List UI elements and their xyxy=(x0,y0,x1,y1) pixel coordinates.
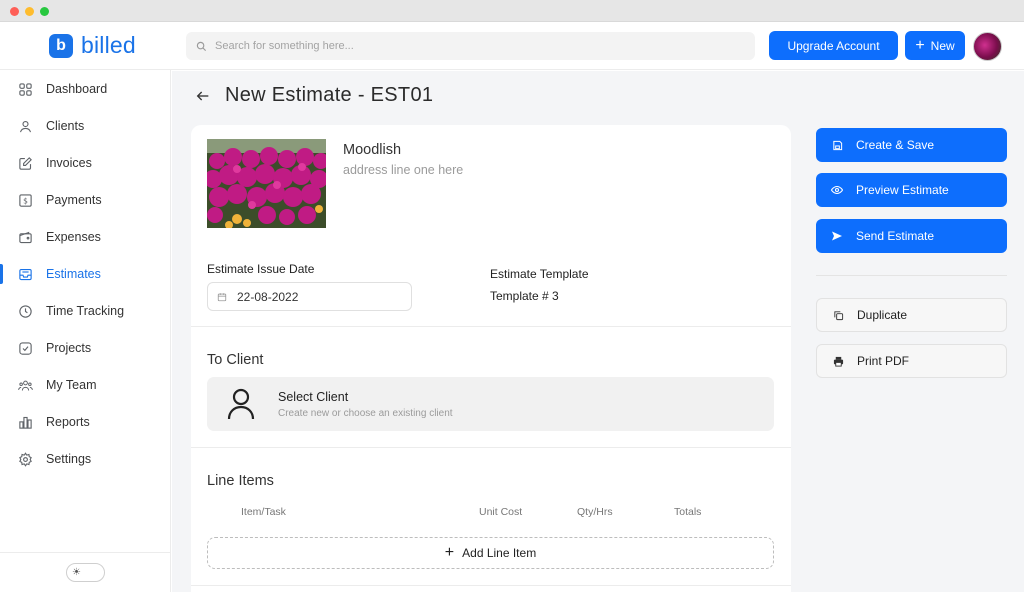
column-header-item-task: Item/Task xyxy=(241,506,286,518)
user-avatar[interactable] xyxy=(973,32,1002,61)
search-input[interactable] xyxy=(215,40,735,52)
team-icon xyxy=(17,377,33,393)
inbox-icon xyxy=(17,266,33,282)
section-divider xyxy=(191,326,791,327)
sidebar-item-time-tracking[interactable]: Time Tracking xyxy=(0,298,171,324)
sun-icon: ☀ xyxy=(72,567,81,578)
sidebar-divider xyxy=(0,552,171,553)
edit-icon xyxy=(17,155,33,171)
sidebar-item-label: Clients xyxy=(46,119,85,133)
add-line-item-button[interactable]: + Add Line Item xyxy=(207,537,774,569)
save-icon xyxy=(830,140,844,151)
send-estimate-button[interactable]: Send Estimate xyxy=(816,219,1007,253)
top-header: b billed Upgrade Account + New xyxy=(0,22,1024,70)
sidebar-item-estimates[interactable]: Estimates xyxy=(0,261,171,287)
section-divider xyxy=(191,585,791,586)
bar-chart-icon xyxy=(17,414,33,430)
line-items-title: Line Items xyxy=(207,473,274,489)
sidebar-item-label: My Team xyxy=(46,378,97,392)
sidebar-item-label: Projects xyxy=(46,341,92,355)
duplicate-button[interactable]: Duplicate xyxy=(816,298,1007,332)
page-title: New Estimate - EST01 xyxy=(225,84,434,106)
window-titlebar xyxy=(0,0,1024,22)
sidebar-item-label: Reports xyxy=(46,415,90,429)
sidebar-item-projects[interactable]: Projects xyxy=(0,335,171,361)
sidebar-item-reports[interactable]: Reports xyxy=(0,409,171,435)
column-header-totals: Totals xyxy=(674,506,702,518)
check-square-icon xyxy=(17,340,33,356)
calendar-icon xyxy=(217,292,227,301)
user-icon xyxy=(17,118,33,134)
print-pdf-button[interactable]: Print PDF xyxy=(816,344,1007,378)
send-icon xyxy=(830,230,844,242)
sidebar-item-dashboard[interactable]: Dashboard xyxy=(0,76,171,102)
preview-estimate-button[interactable]: Preview Estimate xyxy=(816,173,1007,207)
sidebar-item-payments[interactable]: $ Payments xyxy=(0,187,171,213)
search-icon xyxy=(196,41,207,51)
to-client-title: To Client xyxy=(207,352,264,368)
new-button[interactable]: + New xyxy=(905,31,965,60)
sidebar-item-label: Settings xyxy=(46,452,92,466)
company-address: address line one here xyxy=(343,163,464,177)
back-arrow-icon[interactable] xyxy=(195,88,211,104)
copy-icon xyxy=(831,310,845,321)
clock-icon xyxy=(17,303,33,319)
plus-icon: + xyxy=(915,36,925,54)
select-client-title: Select Client xyxy=(278,390,349,404)
section-divider xyxy=(191,447,791,448)
column-header-unit-cost: Unit Cost xyxy=(479,506,523,518)
duplicate-label: Duplicate xyxy=(857,308,908,322)
issue-date-field[interactable]: 22-08-2022 xyxy=(207,282,412,311)
eye-icon xyxy=(830,184,844,196)
sidebar-item-my-team[interactable]: My Team xyxy=(0,372,171,398)
sidebar-item-clients[interactable]: Clients xyxy=(0,113,171,139)
issue-date-value: 22-08-2022 xyxy=(237,289,299,304)
maximize-window-button[interactable] xyxy=(40,7,49,16)
issue-date-label: Estimate Issue Date xyxy=(207,262,315,276)
gear-icon xyxy=(17,451,33,467)
search-bar[interactable] xyxy=(186,32,755,60)
add-line-item-label: Add Line Item xyxy=(462,546,537,560)
plus-icon: + xyxy=(444,544,455,561)
sidebar-item-label: Time Tracking xyxy=(46,304,125,318)
sidebar-item-label: Invoices xyxy=(46,156,92,170)
print-pdf-label: Print PDF xyxy=(857,354,910,368)
send-estimate-label: Send Estimate xyxy=(856,229,935,243)
person-icon xyxy=(227,388,255,420)
logo-text: billed xyxy=(81,32,136,58)
sidebar-item-expenses[interactable]: Expenses xyxy=(0,224,171,250)
sidebar-item-label: Expenses xyxy=(46,230,101,244)
company-logo-image[interactable] xyxy=(207,139,326,228)
grid-icon xyxy=(17,81,33,97)
template-value[interactable]: Template # 3 xyxy=(490,289,559,303)
column-header-qty-hrs: Qty/Hrs xyxy=(577,506,613,518)
main-content: New Estimate - EST01 Moodlish address li… xyxy=(172,71,1024,592)
dollar-icon: $ xyxy=(17,192,33,208)
estimate-form-card: Moodlish address line one here Estimate … xyxy=(191,125,791,592)
sidebar-item-label: Estimates xyxy=(46,267,101,281)
sidebar-item-settings[interactable]: Settings xyxy=(0,446,171,472)
actions-divider xyxy=(816,275,1007,276)
select-client-box[interactable]: Select Client Create new or choose an ex… xyxy=(207,377,774,431)
sidebar-item-label: Dashboard xyxy=(46,82,108,96)
minimize-window-button[interactable] xyxy=(25,7,34,16)
sidebar: Dashboard Clients Invoices $ Payments Ex… xyxy=(0,70,171,592)
select-client-subtitle: Create new or choose an existing client xyxy=(278,408,453,419)
app-logo[interactable]: b billed xyxy=(49,32,136,59)
sidebar-item-invoices[interactable]: Invoices xyxy=(0,150,171,176)
create-save-label: Create & Save xyxy=(856,138,935,152)
preview-estimate-label: Preview Estimate xyxy=(856,183,949,197)
upgrade-account-button[interactable]: Upgrade Account xyxy=(769,31,898,60)
template-label: Estimate Template xyxy=(490,267,589,281)
sidebar-item-label: Payments xyxy=(46,193,102,207)
logo-mark: b xyxy=(49,33,73,58)
new-button-label: New xyxy=(930,38,955,53)
create-save-button[interactable]: Create & Save xyxy=(816,128,1007,162)
wallet-icon xyxy=(17,229,33,245)
company-name: Moodlish xyxy=(343,142,402,158)
printer-icon xyxy=(831,356,845,367)
theme-toggle[interactable]: ☀ xyxy=(66,563,105,582)
svg-text:$: $ xyxy=(23,196,28,205)
close-window-button[interactable] xyxy=(10,7,19,16)
